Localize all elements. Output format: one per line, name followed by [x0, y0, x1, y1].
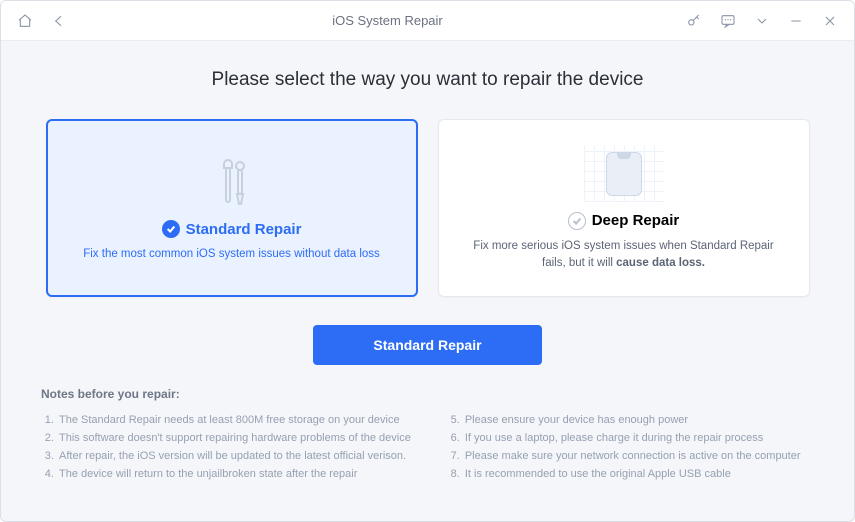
- titlebar: iOS System Repair: [1, 1, 854, 41]
- deep-repair-desc: Fix more serious iOS system issues when …: [461, 238, 787, 273]
- key-icon[interactable]: [680, 7, 708, 35]
- menu-chevron-icon[interactable]: [748, 7, 776, 35]
- checkmark-icon: [568, 212, 586, 230]
- note-item: Please make sure your network connection…: [463, 447, 801, 465]
- repair-options: Standard Repair Fix the most common iOS …: [41, 119, 814, 297]
- main-content: Please select the way you want to repair…: [1, 41, 854, 521]
- notes-heading: Notes before you repair:: [41, 387, 814, 401]
- note-item: After repair, the iOS version will be up…: [57, 447, 411, 465]
- standard-repair-desc: Fix the most common iOS system issues wi…: [83, 246, 380, 263]
- phone-icon: [584, 144, 664, 202]
- checkmark-icon: [162, 220, 180, 238]
- note-item: If you use a laptop, please charge it du…: [463, 429, 801, 447]
- close-button[interactable]: [816, 7, 844, 35]
- back-button[interactable]: [45, 7, 73, 35]
- page-heading: Please select the way you want to repair…: [41, 69, 814, 91]
- app-window: iOS System Repair Please select the way …: [0, 0, 855, 522]
- deep-repair-title: Deep Repair: [592, 212, 680, 229]
- feedback-icon[interactable]: [714, 7, 742, 35]
- tools-icon: [210, 152, 254, 210]
- window-title: iOS System Repair: [111, 13, 664, 28]
- minimize-button[interactable]: [782, 7, 810, 35]
- note-item: Please ensure your device has enough pow…: [463, 411, 801, 429]
- note-item: The device will return to the unjailbrok…: [57, 465, 411, 483]
- deep-repair-card[interactable]: Deep Repair Fix more serious iOS system …: [438, 119, 810, 297]
- standard-repair-card[interactable]: Standard Repair Fix the most common iOS …: [46, 119, 418, 297]
- standard-repair-title: Standard Repair: [186, 221, 302, 238]
- standard-repair-button[interactable]: Standard Repair: [313, 325, 541, 365]
- note-item: This software doesn't support repairing …: [57, 429, 411, 447]
- note-item: The Standard Repair needs at least 800M …: [57, 411, 411, 429]
- notes-list: The Standard Repair needs at least 800M …: [41, 411, 814, 484]
- home-button[interactable]: [11, 7, 39, 35]
- note-item: It is recommended to use the original Ap…: [463, 465, 801, 483]
